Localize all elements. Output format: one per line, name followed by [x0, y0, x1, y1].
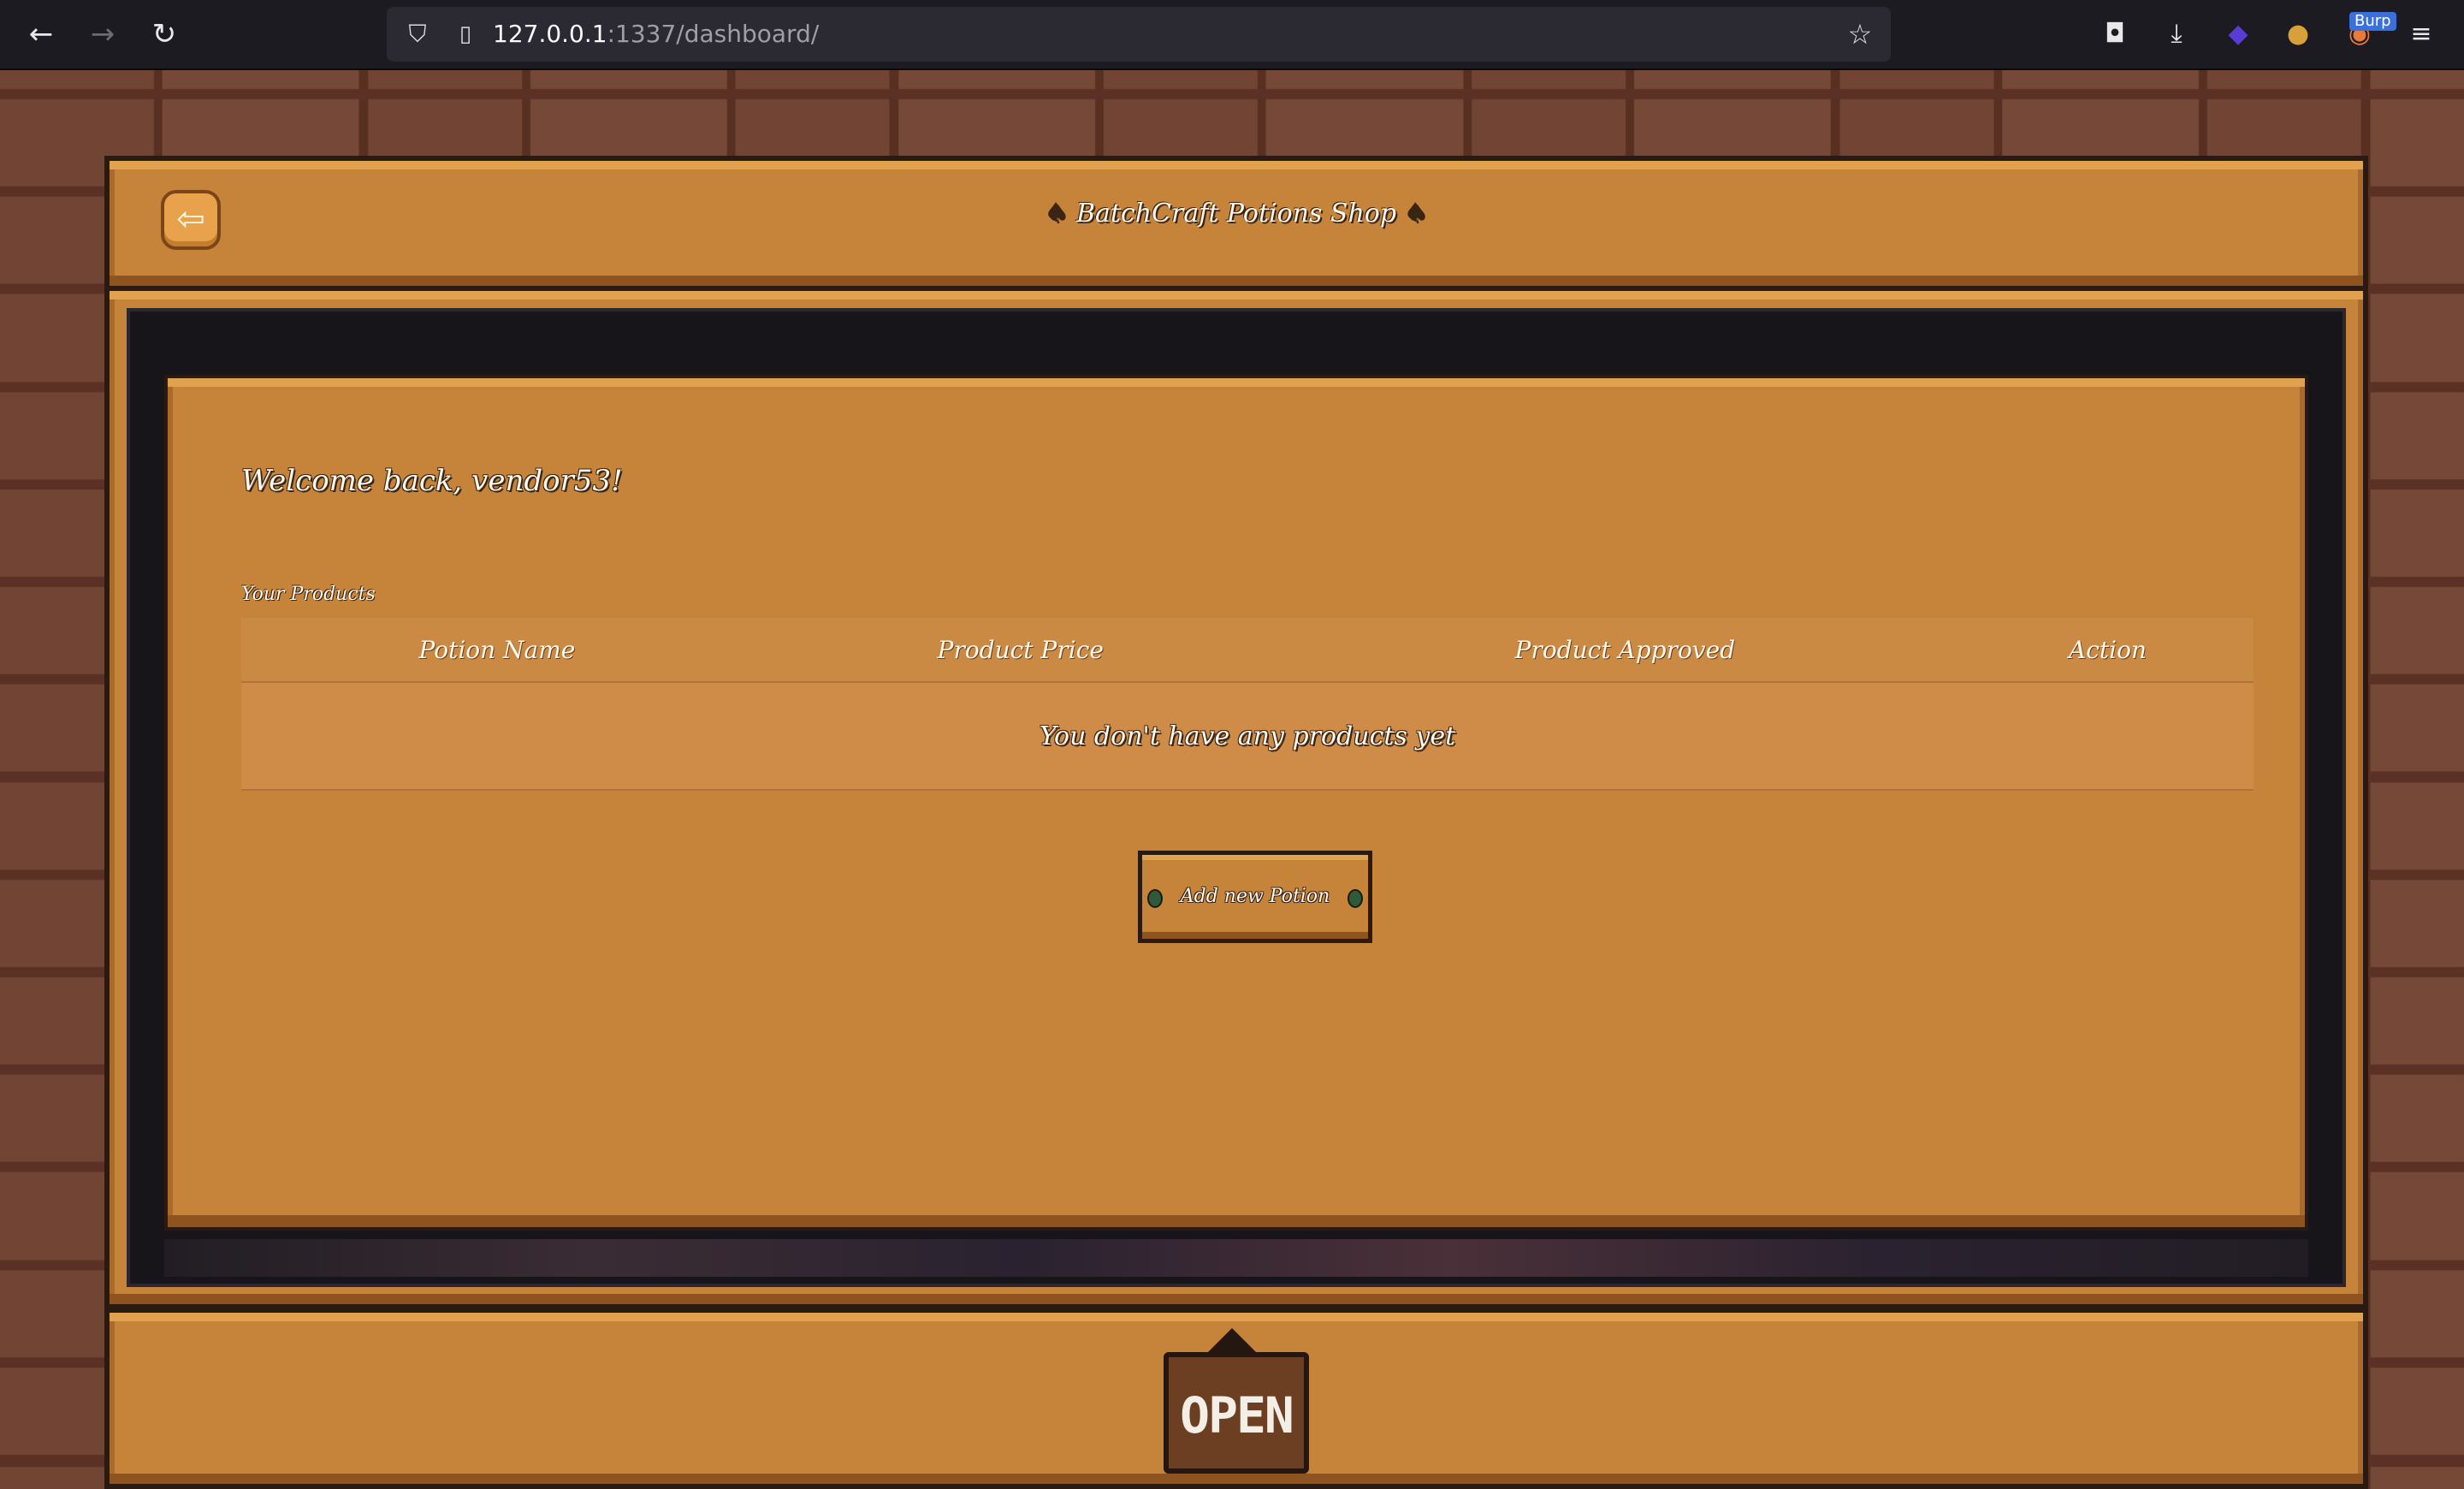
- shop-title-text: BatchCraft Potions Shop: [1075, 199, 1397, 228]
- products-table: Potion Name Product Price Product Approv…: [241, 618, 2254, 791]
- download-icon[interactable]: ⤓: [2158, 15, 2195, 53]
- cookie-icon[interactable]: ●: [2279, 15, 2317, 53]
- rivet-left: [1147, 889, 1163, 908]
- forward-arrow-icon[interactable]: →: [84, 15, 121, 53]
- extension-cube-icon[interactable]: ◆: [2219, 15, 2257, 53]
- browser-toolbar: ← → ↻ ⛉ ▯ 127.0.0.1:1337/dashboard/ ☆ ◘ …: [0, 0, 2464, 70]
- url-host: 127.0.0.1: [493, 20, 607, 48]
- shop-title: ♠ BatchCraft Potions Shop ♠: [110, 199, 2363, 228]
- reload-icon[interactable]: ↻: [145, 15, 183, 53]
- footer-plank: OPEN: [104, 1308, 2368, 1489]
- empty-row: You don't have any products yet: [241, 682, 2254, 791]
- empty-message: You don't have any products yet: [241, 682, 2254, 791]
- decorative-strip: [164, 1239, 2308, 1277]
- open-sign-text: OPEN: [1180, 1386, 1294, 1445]
- back-arrow-icon[interactable]: ←: [22, 15, 60, 53]
- dashboard-panel: Welcome back, vendor53! Your Products Po…: [164, 375, 2308, 1231]
- rivet-right: [1348, 889, 1363, 908]
- menu-hamburger-icon[interactable]: ≡: [2402, 15, 2440, 53]
- add-new-potion-button[interactable]: Add new Potion: [1138, 851, 1372, 943]
- url-text[interactable]: 127.0.0.1:1337/dashboard/: [493, 19, 819, 50]
- page-icon: ▯: [459, 21, 472, 47]
- url-bar[interactable]: ⛉ ▯ 127.0.0.1:1337/dashboard/ ☆: [387, 7, 1891, 62]
- column-header-action: Action: [1962, 618, 2254, 683]
- table-header-row: Potion Name Product Price Product Approv…: [241, 618, 2254, 683]
- column-header-product-approved: Product Approved: [1288, 618, 1963, 683]
- url-path: :1337/dashboard/: [607, 20, 820, 48]
- shield-icon[interactable]: ⛉: [399, 15, 436, 53]
- your-products-label: Your Products: [241, 584, 376, 605]
- dark-frame: Welcome back, vendor53! Your Products Po…: [127, 308, 2346, 1287]
- pocket-icon[interactable]: ◘: [2096, 15, 2134, 53]
- add-new-potion-label: Add new Potion: [1180, 886, 1330, 907]
- extension-badge: Burp: [2349, 12, 2396, 31]
- header-plank: ⇦ ♠ BatchCraft Potions Shop ♠: [104, 156, 2368, 291]
- bookmark-star-icon[interactable]: ☆: [1841, 15, 1879, 53]
- welcome-heading: Welcome back, vendor53!: [241, 464, 623, 498]
- potion-bag-icon: ♠: [1045, 199, 1069, 228]
- column-header-product-price: Product Price: [752, 618, 1288, 683]
- main-frame: Welcome back, vendor53! Your Products Po…: [104, 286, 2368, 1309]
- open-sign: OPEN: [1164, 1352, 1309, 1474]
- potion-bag-icon: ♠: [1404, 199, 1428, 228]
- column-header-potion-name: Potion Name: [241, 618, 753, 683]
